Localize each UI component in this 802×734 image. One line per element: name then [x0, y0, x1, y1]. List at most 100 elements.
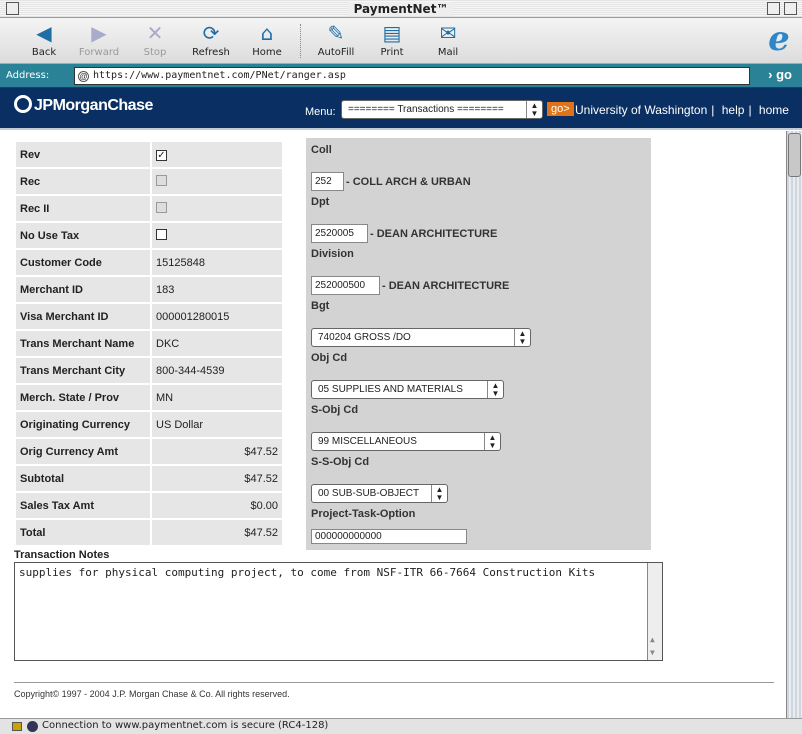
- address-bar: Address: https://www.paymentnet.com/PNet…: [0, 64, 802, 88]
- refresh-icon: ⟳: [202, 21, 220, 45]
- forward-button[interactable]: ▶ Forward: [71, 21, 127, 58]
- s-s-obj-cd-select-value: 00 SUB-SUB-OBJECT: [318, 488, 420, 499]
- detail-value: $47.52: [152, 466, 282, 491]
- detail-label: Trans Merchant Name: [16, 331, 150, 356]
- mail-button[interactable]: ✉ Mail: [420, 21, 476, 58]
- obj-cd-select-value: 05 SUPPLIES AND MATERIALS: [318, 384, 463, 395]
- detail-row: Trans Merchant Name DKC: [16, 331, 282, 356]
- detail-label: Merchant ID: [16, 277, 150, 302]
- dpt-input[interactable]: 2520005: [311, 224, 368, 243]
- address-input[interactable]: https://www.paymentnet.com/PNet/ranger.a…: [74, 67, 750, 85]
- detail-value: 800-344-4539: [152, 358, 282, 383]
- detail-value: MN: [152, 385, 282, 410]
- detail-value: $47.52: [152, 520, 282, 545]
- copyright-text: Copyright© 1997 - 2004 J.P. Morgan Chase…: [14, 689, 290, 699]
- address-go-label: go: [776, 67, 792, 82]
- project-task-option-input[interactable]: 000000000000: [311, 529, 467, 544]
- help-link[interactable]: help: [722, 103, 745, 117]
- s-s-obj-cd-select[interactable]: 00 SUB-SUB-OBJECT ▲ ▼: [311, 484, 448, 503]
- link-separator: |: [748, 103, 752, 117]
- footer-divider: [14, 682, 774, 683]
- logo-text: JPMorganChase: [34, 97, 153, 115]
- detail-row: Merchant ID 183: [16, 277, 282, 302]
- detail-label: Originating Currency: [16, 412, 150, 437]
- notes-scrollbar[interactable]: ▲ ▼: [647, 563, 662, 660]
- home-button[interactable]: ⌂ Home: [239, 21, 295, 58]
- detail-row: Sales Tax Amt $0.00: [16, 493, 282, 518]
- s-obj-cd-select[interactable]: 99 MISCELLANEOUS ▲ ▼: [311, 432, 501, 451]
- print-label: Print: [380, 47, 404, 58]
- org-link[interactable]: University of Washington: [575, 103, 707, 117]
- window-title: PaymentNet™: [347, 2, 455, 16]
- transaction-notes-textarea[interactable]: supplies for physical computing project,…: [14, 562, 663, 661]
- bgt-select[interactable]: 740204 GROSS /DO ▲ ▼: [311, 328, 531, 347]
- forward-arrow-icon: ▶: [91, 21, 107, 45]
- collapse-box[interactable]: [784, 2, 797, 15]
- detail-row: Rec: [16, 169, 282, 194]
- back-button[interactable]: ◀ Back: [16, 21, 72, 58]
- mail-icon: ✉: [439, 21, 457, 45]
- coll-input[interactable]: 252: [311, 172, 344, 191]
- detail-row: Orig Currency Amt $47.52: [16, 439, 282, 464]
- page-icon: @: [78, 71, 89, 82]
- detail-value: DKC: [152, 331, 282, 356]
- scroll-up-icon[interactable]: ▲: [650, 635, 655, 644]
- dpt-description: - DEAN ARCHITECTURE: [370, 228, 498, 240]
- browser-toolbar: ◀ Back ▶ Forward ✕ Stop ⟳ Refresh ⌂ Home…: [0, 18, 802, 64]
- checkbox: [156, 174, 167, 186]
- refresh-button[interactable]: ⟳ Refresh: [183, 21, 239, 58]
- stop-button[interactable]: ✕ Stop: [127, 21, 183, 58]
- obj-cd-select[interactable]: 05 SUPPLIES AND MATERIALS ▲ ▼: [311, 380, 504, 399]
- print-button[interactable]: ▤ Print: [364, 21, 420, 58]
- s-obj-cd-label: S-Obj Cd: [311, 404, 359, 416]
- jpmorganchase-logo[interactable]: JPMorganChase: [14, 95, 153, 115]
- division-label: Division: [311, 248, 354, 260]
- transaction-notes-text: supplies for physical computing project,…: [19, 566, 596, 579]
- s-s-obj-cd-label: S-S-Obj Cd: [311, 456, 370, 468]
- lock-icon: [12, 722, 22, 731]
- division-input[interactable]: 252000500: [311, 276, 380, 295]
- select-arrows-icon: ▲ ▼: [484, 433, 500, 450]
- toolbar-separator: [300, 24, 301, 58]
- home-link[interactable]: home: [759, 103, 789, 117]
- checkbox[interactable]: [156, 228, 167, 240]
- detail-checkbox-cell: ✓: [152, 142, 282, 167]
- autofill-button[interactable]: ✎ AutoFill: [308, 21, 364, 58]
- page-scrollbar[interactable]: [786, 131, 802, 718]
- transaction-notes-label: Transaction Notes: [14, 549, 110, 561]
- detail-label: Merch. State / Prov: [16, 385, 150, 410]
- bgt-select-value: 740204 GROSS /DO: [318, 332, 411, 343]
- detail-value: 000001280015: [152, 304, 282, 329]
- detail-label: Rec: [16, 169, 150, 194]
- detail-row: Rec II: [16, 196, 282, 221]
- bgt-label: Bgt: [311, 300, 330, 312]
- back-arrow-icon: ◀: [36, 21, 52, 45]
- address-go-button[interactable]: › go: [768, 67, 792, 82]
- menu-label: Menu:: [305, 106, 336, 118]
- detail-label: Subtotal: [16, 466, 150, 491]
- header-links: University of Washington | help | home: [575, 103, 793, 117]
- menu-go-button[interactable]: go>: [547, 102, 574, 116]
- stop-icon: ✕: [146, 21, 164, 45]
- detail-row: Rev ✓: [16, 142, 282, 167]
- checkbox[interactable]: ✓: [156, 149, 167, 161]
- mail-label: Mail: [437, 47, 459, 58]
- detail-value: $0.00: [152, 493, 282, 518]
- detail-label: Customer Code: [16, 250, 150, 275]
- detail-row: Merch. State / Prov MN: [16, 385, 282, 410]
- select-arrows-icon: ▲ ▼: [526, 101, 542, 118]
- detail-label: Trans Merchant City: [16, 358, 150, 383]
- dpt-label: Dpt: [311, 196, 330, 208]
- detail-checkbox-cell: [152, 196, 282, 221]
- detail-value: US Dollar: [152, 412, 282, 437]
- zoom-box[interactable]: [767, 2, 780, 15]
- scroll-down-icon[interactable]: ▼: [650, 648, 655, 657]
- scrollbar-thumb[interactable]: [788, 133, 801, 177]
- detail-value: $47.52: [152, 439, 282, 464]
- page-content: Rev ✓ Rec Rec II No Use Tax Customer Code 1512…: [0, 132, 786, 718]
- browser-logo-icon: e: [768, 19, 790, 59]
- project-task-option-label: Project-Task-Option: [311, 508, 416, 520]
- back-label: Back: [31, 47, 57, 58]
- menu-select[interactable]: ======== Transactions ======== ▲ ▼: [341, 100, 543, 119]
- site-header: JPMorganChase Menu: ======== Transaction…: [0, 88, 802, 130]
